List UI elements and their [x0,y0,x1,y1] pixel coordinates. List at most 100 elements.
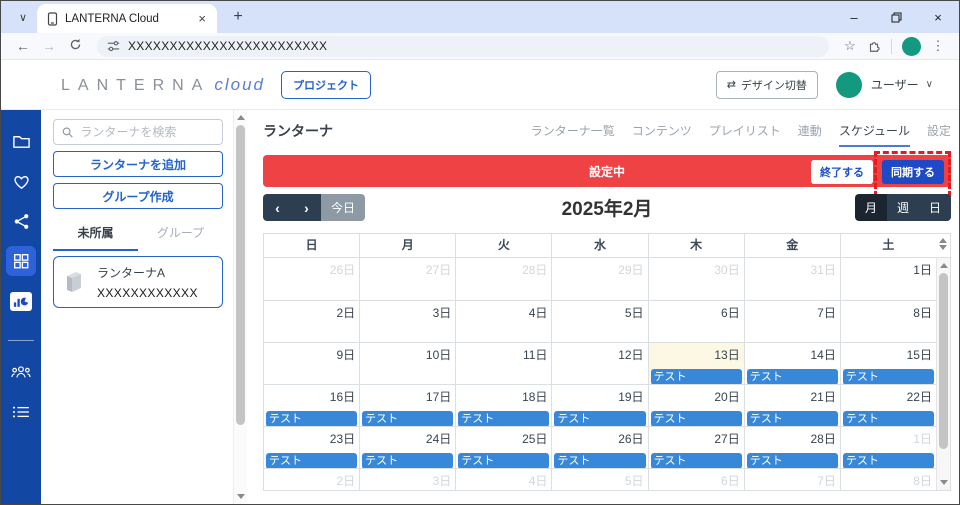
calendar-day-cell[interactable]: 22日テスト [840,385,936,426]
calendar-event[interactable]: テスト [554,453,645,468]
main-tab[interactable]: 連動 [798,122,822,147]
calendar-day-cell[interactable]: 26日テスト [551,427,647,468]
scroll-up-arrow[interactable] [237,115,245,120]
scroll-down-arrow[interactable] [237,494,245,499]
view-button[interactable]: 日 [919,194,951,221]
calendar-day-cell[interactable]: 14日テスト [744,343,840,384]
url-text[interactable]: XXXXXXXXXXXXXXXXXXXXXXXX [128,39,327,53]
calendar-day-cell[interactable]: 17日テスト [359,385,455,426]
calendar-event[interactable]: テスト [554,411,645,426]
calendar-day-cell[interactable]: 2日 [264,469,359,491]
sidebar-item-favorites[interactable] [6,166,36,196]
calendar-day-cell[interactable]: 7日 [744,301,840,342]
calendar-day-cell[interactable]: 19日テスト [551,385,647,426]
reload-icon[interactable] [63,38,87,54]
main-tab[interactable]: ランターナ一覧 [531,122,615,147]
calendar-day-cell[interactable]: 4日 [455,301,551,342]
address-bar[interactable]: XXXXXXXXXXXXXXXXXXXXXXXX [97,36,829,57]
calendar-day-cell[interactable]: 9日 [264,343,359,384]
calendar-event[interactable]: テスト [843,411,934,426]
sidebar-item-folder[interactable] [6,126,36,156]
calendar-day-cell[interactable]: 28日テスト [744,427,840,468]
view-button[interactable]: 月 [855,194,887,221]
calendar-day-cell[interactable]: 24日テスト [359,427,455,468]
calendar-event[interactable]: テスト [266,411,357,426]
sidebar-item-users[interactable] [6,357,36,387]
calendar-day-cell[interactable]: 20日テスト [648,385,744,426]
main-tab[interactable]: コンテンツ [632,122,692,147]
calendar-day-cell[interactable]: 3日 [359,469,455,491]
calendar-event[interactable]: テスト [458,411,549,426]
calendar-day-cell[interactable]: 5日 [551,301,647,342]
search-input[interactable] [80,125,214,139]
calendar-day-cell[interactable]: 1日テスト [840,427,936,468]
calendar-day-cell[interactable]: 4日 [455,469,551,491]
calendar-day-cell[interactable]: 31日 [744,258,840,300]
browser-tab[interactable]: LANTERNA Cloud × [37,4,217,33]
calendar-day-cell[interactable]: 6日 [648,301,744,342]
main-tab[interactable]: プレイリスト [709,122,781,147]
device-search[interactable] [53,119,223,145]
panel-tab[interactable]: 未所属 [53,224,138,251]
calendar-day-cell[interactable]: 16日テスト [264,385,359,426]
calendar-day-cell[interactable]: 27日テスト [648,427,744,468]
overflow-menu-icon[interactable]: ⋮ [927,38,949,54]
tab-close-icon[interactable]: × [195,11,209,26]
calendar-day-cell[interactable]: 10日 [359,343,455,384]
calendar-day-cell[interactable]: 3日 [359,301,455,342]
calendar-day-cell[interactable]: 11日 [455,343,551,384]
calendar-event[interactable]: テスト [458,453,549,468]
calendar-day-cell[interactable]: 8日 [840,301,936,342]
calendar-scroll-down-arrow[interactable] [940,480,948,485]
chevron-down-icon[interactable]: ∨ [926,79,933,90]
calendar-day-cell[interactable]: 8日 [840,469,936,491]
project-button[interactable]: プロジェクト [281,71,371,99]
calendar-day-cell[interactable]: 1日 [840,258,936,300]
calendar-day-cell[interactable]: 21日テスト [744,385,840,426]
calendar-event[interactable]: テスト [747,453,838,468]
calendar-day-cell[interactable]: 25日テスト [455,427,551,468]
minimize-icon[interactable]: – [833,1,875,33]
calendar-event[interactable]: テスト [843,369,934,384]
calendar-day-cell[interactable]: 26日 [264,258,359,300]
calendar-scroll-up-arrow[interactable] [940,263,948,268]
create-group-button[interactable]: グループ作成 [53,183,223,209]
forward-icon[interactable]: → [37,38,61,54]
calendar-day-cell[interactable]: 15日テスト [840,343,936,384]
calendar-event[interactable]: テスト [651,411,742,426]
calendar-day-cell[interactable]: 28日 [455,258,551,300]
sidebar-item-lanterna[interactable] [6,246,36,276]
view-button[interactable]: 週 [887,194,919,221]
device-card[interactable]: ランターナA XXXXXXXXXXXX [53,256,223,308]
calendar-event[interactable]: テスト [266,453,357,468]
calendar-day-cell[interactable]: 12日 [551,343,647,384]
scrollbar-thumb[interactable] [236,125,245,425]
panel-tab[interactable]: グループ [138,224,223,251]
restore-icon[interactable] [875,1,917,33]
calendar-scrollbar[interactable] [936,258,950,490]
main-tab[interactable]: スケジュール [839,122,910,147]
design-switch-button[interactable]: ⇄ デザイン切替 [716,71,818,99]
calendar-event[interactable]: テスト [362,453,453,468]
calendar-event[interactable]: テスト [651,453,742,468]
page-scrollbar[interactable] [233,110,247,504]
calendar-day-cell[interactable]: 23日テスト [264,427,359,468]
calendar-event[interactable]: テスト [651,369,742,384]
user-avatar[interactable] [836,72,862,98]
end-button[interactable]: 終了する [811,160,873,184]
sidebar-item-list[interactable] [6,397,36,427]
sidebar-item-analytics[interactable] [6,286,36,316]
calendar-day-cell[interactable]: 6日 [648,469,744,491]
user-menu-label[interactable]: ユーザー [871,76,919,93]
sync-button[interactable]: 同期する [882,160,944,184]
new-tab-icon[interactable]: + [225,4,251,30]
calendar-day-cell[interactable]: 7日 [744,469,840,491]
calendar-event[interactable]: テスト [843,453,934,468]
calendar-day-cell[interactable]: 13日テスト [648,343,744,384]
calendar-day-cell[interactable]: 27日 [359,258,455,300]
back-icon[interactable]: ← [11,38,35,54]
calendar-event[interactable]: テスト [747,411,838,426]
add-lanterna-button[interactable]: ランターナを追加 [53,151,223,177]
main-tab[interactable]: 設定 [927,122,951,147]
extensions-icon[interactable] [863,39,885,53]
